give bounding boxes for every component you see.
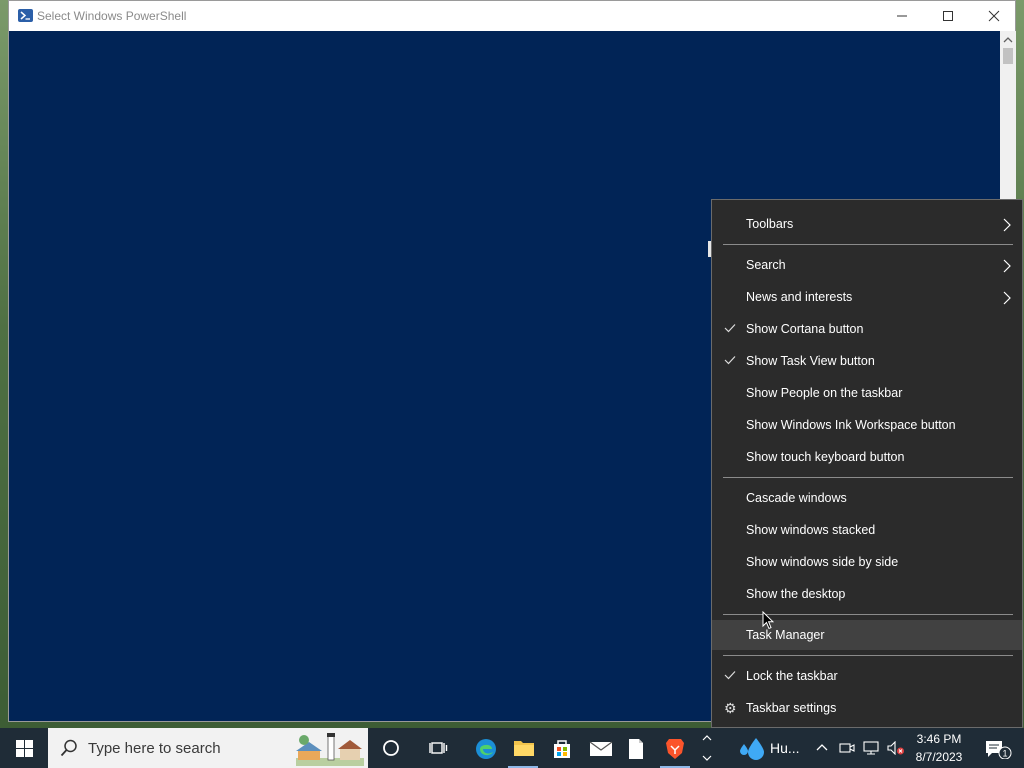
task-view-button[interactable]	[420, 728, 458, 768]
menu-item-task-manager[interactable]: Task Manager	[712, 620, 1022, 650]
menu-item-show-people[interactable]: Show People on the taskbar	[712, 378, 1022, 408]
search-icon	[60, 739, 77, 757]
menu-separator	[723, 655, 1013, 656]
brave-browser-button[interactable]	[656, 728, 694, 768]
checkmark-icon	[724, 671, 736, 680]
notification-center-button[interactable]: 1	[978, 728, 1018, 768]
notification-count: 1	[1002, 749, 1007, 759]
maximize-button[interactable]	[925, 1, 971, 31]
window-titlebar[interactable]: Select Windows PowerShell	[9, 1, 1015, 31]
taskbar-search-box[interactable]: Type here to search	[48, 728, 368, 768]
menu-item-show-desktop[interactable]: Show the desktop	[712, 579, 1022, 609]
store-bag-icon	[554, 740, 570, 758]
document-icon	[629, 739, 643, 759]
menu-item-show-ink-workspace[interactable]: Show Windows Ink Workspace button	[712, 410, 1022, 440]
network-icon	[863, 741, 879, 755]
menu-item-news-and-interests[interactable]: News and interests	[712, 282, 1022, 312]
notepad-button[interactable]	[618, 728, 656, 768]
menu-separator	[723, 477, 1013, 478]
task-view-icon	[429, 742, 448, 754]
weather-widget[interactable]: Hu...	[730, 728, 808, 768]
network-button[interactable]	[860, 728, 882, 768]
brave-lion-icon	[666, 739, 684, 759]
menu-item-toolbars[interactable]: Toolbars	[712, 209, 1022, 239]
minimize-button[interactable]	[879, 1, 925, 31]
chevron-right-icon	[1003, 291, 1011, 305]
humidity-drop-icon	[740, 738, 764, 760]
menu-item-show-touch-keyboard[interactable]: Show touch keyboard button	[712, 442, 1022, 472]
clock-time: 3:46 PM	[916, 732, 962, 746]
mail-icon	[589, 741, 613, 756]
menu-item-search[interactable]: Search	[712, 250, 1022, 280]
menu-item-cascade-windows[interactable]: Cascade windows	[712, 483, 1022, 513]
edge-icon	[476, 739, 496, 759]
scroll-up-icon[interactable]	[1003, 36, 1013, 44]
menu-item-taskbar-settings[interactable]: ⚙ Taskbar settings	[712, 693, 1022, 723]
search-highlight-lighthouse-icon	[296, 733, 364, 766]
menu-item-lock-taskbar[interactable]: Lock the taskbar	[712, 661, 1022, 691]
file-explorer-button[interactable]	[504, 728, 542, 768]
menu-item-windows-stacked[interactable]: Show windows stacked	[712, 515, 1022, 545]
menu-separator	[723, 244, 1013, 245]
clock[interactable]: 3:46 PM 8/7/2023	[908, 730, 970, 766]
checkmark-icon	[724, 356, 736, 365]
menu-item-show-task-view-button[interactable]: Show Task View button	[712, 346, 1022, 376]
cortana-button[interactable]	[372, 728, 410, 768]
show-hidden-icons-button[interactable]	[812, 728, 834, 768]
gear-icon: ⚙	[724, 700, 737, 716]
notification-icon: 1	[986, 741, 1012, 759]
camera-icon	[839, 743, 855, 753]
chevron-right-icon	[1003, 218, 1011, 232]
window-title: Select Windows PowerShell	[37, 9, 187, 23]
chevron-right-icon	[1003, 259, 1011, 273]
taskbar-scroll-arrows[interactable]	[700, 728, 714, 768]
cortana-icon	[383, 740, 399, 756]
folder-icon	[514, 741, 534, 756]
start-button[interactable]	[0, 728, 48, 768]
close-button[interactable]	[971, 1, 1017, 31]
mail-button[interactable]	[580, 728, 618, 768]
volume-button[interactable]	[884, 728, 906, 768]
scroll-arrows-icon	[702, 735, 712, 761]
search-placeholder: Type here to search	[88, 740, 221, 757]
menu-item-windows-side-by-side[interactable]: Show windows side by side	[712, 547, 1022, 577]
volume-muted-icon	[887, 741, 904, 755]
meet-now-button[interactable]	[836, 728, 858, 768]
mouse-pointer-icon	[762, 611, 774, 630]
clock-date: 8/7/2023	[915, 750, 963, 764]
taskbar-context-menu: Toolbars Search News and interests Show …	[711, 199, 1023, 728]
windows-logo-icon	[16, 740, 33, 757]
weather-label: Hu...	[770, 740, 800, 756]
checkmark-icon	[724, 324, 736, 333]
edge-button[interactable]	[466, 728, 504, 768]
store-button[interactable]	[542, 728, 580, 768]
menu-item-show-cortana-button[interactable]: Show Cortana button	[712, 314, 1022, 344]
chevron-up-icon	[816, 744, 828, 751]
taskbar[interactable]: Type here to search Hu... 3:46 PM 8/7/20…	[0, 728, 1024, 768]
powershell-icon	[18, 9, 33, 22]
scrollbar-thumb[interactable]	[1003, 48, 1013, 64]
